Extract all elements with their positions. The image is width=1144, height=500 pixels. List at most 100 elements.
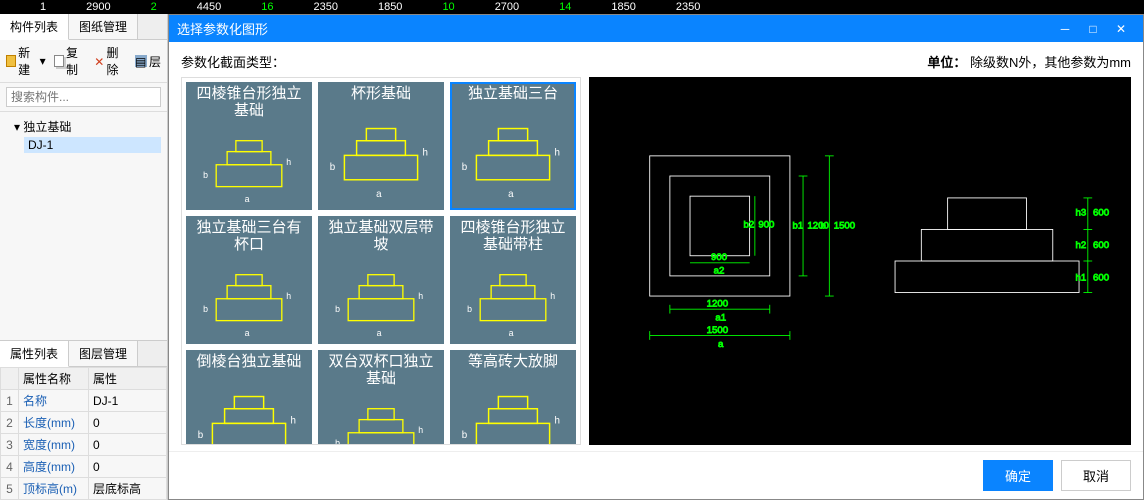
copy-label: 复制 — [66, 44, 86, 78]
header-name: 属性名称 — [19, 368, 89, 390]
unit-label: 单位： — [927, 55, 966, 70]
minimize-button[interactable]: ─ — [1051, 22, 1079, 36]
component-toolbar: 新建▾ 复制 ✕ 删除 ▤ 层 — [0, 40, 167, 83]
shape-option-s6[interactable]: 四棱锥台形独立基础带柱abh — [450, 216, 576, 344]
svg-text:b: b — [467, 303, 472, 313]
shape-option-s9[interactable]: 等高砖大放脚abh — [450, 350, 576, 445]
new-button[interactable]: 新建▾ — [6, 44, 46, 78]
dim-h3: 600 — [1093, 207, 1109, 218]
close-button[interactable]: ✕ — [1107, 22, 1135, 36]
svg-text:h: h — [290, 416, 295, 427]
svg-text:b: b — [462, 162, 468, 173]
svg-text:a1: a1 — [715, 313, 726, 324]
shape-option-s2[interactable]: 杯形基础 a b h — [318, 82, 444, 210]
layer-icon: ▤ — [135, 55, 147, 67]
ok-button[interactable]: 确定 — [983, 460, 1053, 491]
tree-root[interactable]: ▾ 独立基础 — [6, 116, 161, 137]
svg-text:b: b — [335, 303, 340, 313]
svg-text:a: a — [509, 327, 514, 337]
svg-text:h: h — [418, 290, 423, 300]
svg-text:h1: h1 — [1076, 272, 1087, 283]
unit-text: 除级数N外，其他参数为mm — [970, 55, 1131, 70]
maximize-button[interactable]: □ — [1079, 22, 1107, 36]
shape-thumb: abh — [452, 255, 574, 343]
shape-option-s7[interactable]: 倒棱台独立基础abh — [186, 350, 312, 445]
shape-grid: 四棱锥台形独立基础abh杯形基础abh独立基础三台abh独立基础三台有杯口abh… — [181, 77, 581, 445]
new-icon — [6, 55, 16, 67]
delete-button[interactable]: ✕ 删除 — [94, 44, 127, 78]
shape-title: 双台双杯口独立基础 — [320, 352, 442, 389]
svg-text:h: h — [286, 290, 291, 300]
svg-text:b: b — [335, 437, 340, 445]
table-row: 3宽度(mm)0 — [1, 434, 167, 456]
shape-option-s8[interactable]: 双台双杯口独立基础abh — [318, 350, 444, 445]
table-row: 4高度(mm)0 — [1, 456, 167, 478]
svg-text:h: h — [422, 148, 427, 159]
dim-b: 1500 — [834, 221, 855, 232]
shape-option-s1[interactable]: 四棱锥台形独立基础abh — [186, 82, 312, 210]
svg-text:b: b — [330, 162, 336, 173]
component-tree: ▾ 独立基础 DJ-1 — [0, 112, 167, 340]
shape-option-s4[interactable]: 独立基础三台有杯口 a b h — [186, 216, 312, 344]
left-panel: 构件列表 图纸管理 新建▾ 复制 ✕ 删除 ▤ 层 ▾ 独立基础 DJ-1 属性… — [0, 14, 168, 500]
header-value: 属性 — [89, 368, 167, 390]
tree-root-label: 独立基础 — [23, 120, 71, 134]
svg-text:b: b — [203, 303, 208, 313]
dim-h2: 600 — [1093, 240, 1109, 251]
shape-title: 倒棱台独立基础 — [194, 352, 303, 371]
shape-thumb: abh — [188, 371, 310, 445]
dim-h1: 600 — [1093, 272, 1109, 283]
shape-dialog: 选择参数化图形 ─ □ ✕ 参数化截面类型： 单位： 除级数N外，其他参数为mm… — [168, 14, 1144, 500]
table-row: 1名称DJ-1 — [1, 390, 167, 412]
delete-icon: ✕ — [94, 55, 104, 67]
svg-text:a: a — [718, 339, 724, 350]
dialog-title: 选择参数化图形 — [177, 19, 268, 38]
dialog-header: 参数化截面类型： 单位： 除级数N外，其他参数为mm — [181, 52, 1131, 71]
tab-drawings[interactable]: 图纸管理 — [69, 14, 138, 39]
tab-components[interactable]: 构件列表 — [0, 14, 69, 40]
copy-icon — [54, 55, 64, 67]
type-label: 参数化截面类型： — [181, 52, 285, 71]
svg-text:h: h — [286, 156, 291, 166]
svg-text:b2: b2 — [743, 220, 754, 231]
tree-child-selected[interactable]: DJ-1 — [24, 137, 161, 153]
svg-text:a: a — [245, 327, 250, 337]
search-input[interactable] — [6, 87, 161, 107]
shape-title: 独立基础双层带坡 — [320, 218, 442, 255]
shape-title: 杯形基础 — [349, 84, 413, 103]
dropdown-icon: ▾ — [40, 54, 46, 68]
shape-thumb: abh — [320, 389, 442, 446]
dialog-titlebar[interactable]: 选择参数化图形 ─ □ ✕ — [169, 15, 1143, 42]
svg-text:h3: h3 — [1076, 207, 1087, 218]
svg-text:a: a — [377, 327, 382, 337]
svg-text:h: h — [554, 148, 559, 159]
shape-title: 四棱锥台形独立基础 — [188, 84, 310, 121]
search-row — [0, 83, 167, 112]
dim-a1: 1200 — [707, 299, 728, 310]
shape-title: 独立基础三台有杯口 — [188, 218, 310, 255]
tab-layers[interactable]: 图层管理 — [69, 341, 138, 366]
dim-a: 1500 — [707, 325, 728, 336]
shape-thumb: a b h — [320, 255, 442, 343]
left-panel-tabs: 构件列表 图纸管理 — [0, 14, 167, 40]
svg-text:a2: a2 — [714, 265, 725, 276]
table-row: 5顶标高(m)层底标高 — [1, 478, 167, 500]
properties-table: 属性名称属性 1名称DJ-1 2长度(mm)0 3宽度(mm)0 4高度(mm)… — [0, 367, 167, 500]
copy-button[interactable]: 复制 — [54, 44, 87, 78]
svg-text:h2: h2 — [1076, 240, 1087, 251]
svg-text:b1: b1 — [793, 221, 804, 232]
new-label: 新建 — [18, 44, 37, 78]
layer-button[interactable]: ▤ 层 — [135, 53, 161, 70]
shape-option-s3[interactable]: 独立基础三台abh — [450, 82, 576, 210]
shape-thumb: abh — [452, 103, 574, 208]
svg-text:a: a — [376, 189, 382, 200]
shape-option-s5[interactable]: 独立基础双层带坡 a b h — [318, 216, 444, 344]
svg-text:b: b — [821, 221, 826, 232]
dim-a2: 900 — [711, 252, 727, 263]
table-row: 2长度(mm)0 — [1, 412, 167, 434]
delete-label: 删除 — [107, 44, 127, 78]
svg-text:a: a — [245, 193, 250, 203]
tab-properties[interactable]: 属性列表 — [0, 341, 69, 367]
preview-pane[interactable]: 1200 a1 1500 a 900 a2 1200 b1 — [589, 77, 1131, 445]
cancel-button[interactable]: 取消 — [1061, 460, 1131, 491]
